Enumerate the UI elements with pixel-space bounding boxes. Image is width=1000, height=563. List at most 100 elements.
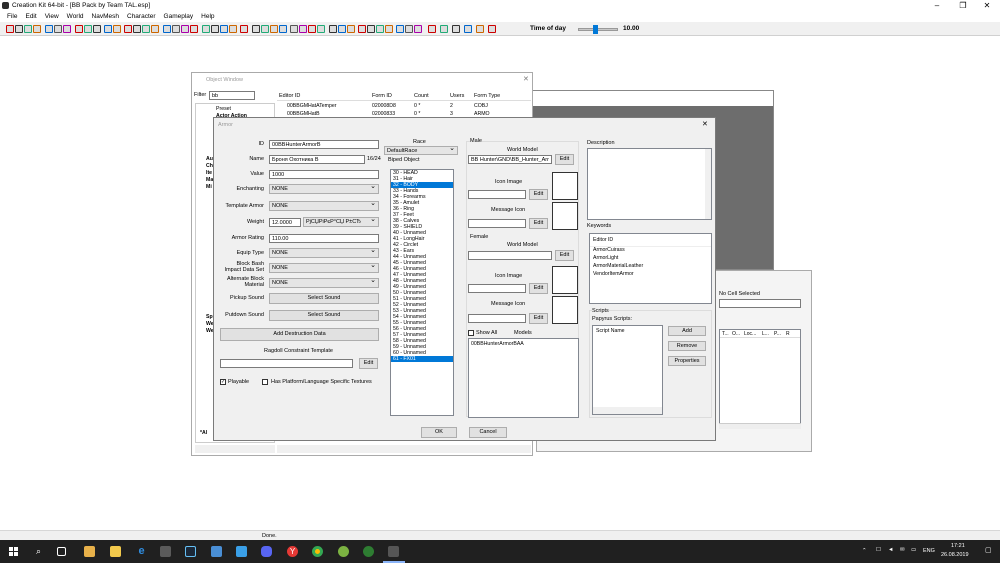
list-scrollbar[interactable] [277,445,531,453]
block-bash-select[interactable]: NONE [269,263,379,273]
discord-icon[interactable] [261,546,272,557]
toolbar-button-icon[interactable] [252,25,260,33]
female-icon-image-edit-button[interactable]: Edit [529,283,548,294]
clock-date[interactable]: 26.08.2019 [941,552,969,558]
toolbar-button-icon[interactable] [202,25,210,33]
maximize-button[interactable]: ❐ [950,0,976,11]
toolbar-button-icon[interactable] [124,25,132,33]
tree-scrollbar[interactable] [195,445,275,453]
toolbar-button-icon[interactable] [367,25,375,33]
tree-item-misc[interactable]: Mi [204,184,212,190]
toolbar-button-icon[interactable] [488,25,496,33]
cancel-button[interactable]: Cancel [469,427,507,438]
ragdoll-edit-button[interactable]: Edit [359,358,378,369]
add-script-button[interactable]: Add [668,326,706,336]
id-field[interactable]: 00BBHunterArmorB [269,140,379,149]
list-item[interactable]: ArmorMaterialLeather [590,261,711,269]
col-form-id[interactable]: Form ID [372,91,414,100]
toolbar-button-icon[interactable] [476,25,484,33]
tree-item-character[interactable]: Ch [204,163,213,169]
armor-type-select[interactable]: РјСЏРіРєР°СЏ Р±СЂ [303,217,379,227]
equip-type-select[interactable]: NONE [269,248,379,258]
armor-dialog[interactable]: Armor ✕ ID 00BBHunterArmorB Name Броня О… [213,117,716,441]
close-button[interactable]: ✕ [974,0,1000,11]
scripts-scrollbar[interactable] [593,407,662,414]
toolbar-button-icon[interactable] [440,25,448,33]
keywords-header[interactable]: Editor ID [590,234,711,243]
store-icon[interactable] [84,546,95,557]
col-t[interactable]: T... [720,330,732,337]
female-world-model-edit-button[interactable]: Edit [555,250,574,261]
menu-world[interactable]: World [63,11,88,22]
toolbar-button-icon[interactable] [54,25,62,33]
toolbar-button-icon[interactable] [452,25,460,33]
toolbar-button-icon[interactable] [405,25,413,33]
armor-rating-field[interactable]: 110.00 [269,234,379,243]
male-message-icon-edit-button[interactable]: Edit [529,218,548,229]
toolbar-button-icon[interactable] [24,25,32,33]
toolbar-button-icon[interactable] [347,25,355,33]
toolbar-button-icon[interactable] [33,25,41,33]
toolbar-button-icon[interactable] [163,25,171,33]
weight-field[interactable]: 12.0000 [269,218,301,227]
notifications-icon[interactable]: ▢ [985,546,992,554]
tray-chevron-icon[interactable]: ⌃ [862,548,867,554]
col-r[interactable]: R [786,330,798,337]
pickup-sound-button[interactable]: Select Sound [269,293,379,304]
toolbar-button-icon[interactable] [104,25,112,33]
remove-script-button[interactable]: Remove [668,341,706,351]
show-all-checkbox[interactable] [468,330,474,336]
message-icon[interactable]: ✉ [900,547,905,553]
col-loc[interactable]: Loc... [744,330,762,337]
toolbar-button-icon[interactable] [151,25,159,33]
male-world-model-edit-button[interactable]: Edit [555,154,574,165]
toolbar-button-icon[interactable] [6,25,14,33]
menu-view[interactable]: View [41,11,63,22]
col-count[interactable]: Count [414,91,450,100]
toolbar-button-icon[interactable] [75,25,83,33]
toolbar-button-icon[interactable] [190,25,198,33]
time-of-day-slider-thumb[interactable] [592,25,598,34]
search-icon[interactable]: ⌕ [33,546,44,557]
steam-icon[interactable] [185,546,196,557]
toolbar-button-icon[interactable] [63,25,71,33]
toolbar-button-icon[interactable] [133,25,141,33]
toolbar-button-icon[interactable] [229,25,237,33]
toolbar-button-icon[interactable] [181,25,189,33]
race-select[interactable]: DefaultRace [384,146,458,155]
toolbar-button-icon[interactable] [211,25,219,33]
toolbar-button-icon[interactable] [172,25,180,33]
volume-icon[interactable]: ◄ [888,547,893,553]
table-row[interactable]: 00BBGMHatATemper 020008D8 0 * 2 COBJ [277,102,531,110]
cell-filter-input[interactable] [719,299,801,308]
toolbar-button-icon[interactable] [279,25,287,33]
toolbar-button-icon[interactable] [329,25,337,33]
toolbar-button-icon[interactable] [308,25,316,33]
menu-help[interactable]: Help [197,11,218,22]
menu-character[interactable]: Character [123,11,160,22]
toolbar-button-icon[interactable] [84,25,92,33]
edge-icon[interactable]: e [136,546,147,557]
filter-input[interactable]: bb [209,91,255,100]
models-list[interactable]: 00BBHunterArmorBAA [468,338,579,418]
menu-file[interactable]: File [3,11,21,22]
female-icon-image-field[interactable] [468,284,526,293]
enchanting-select[interactable]: NONE [269,184,379,194]
list-item[interactable]: ArmorLight [590,253,711,261]
toolbar-button-icon[interactable] [338,25,346,33]
male-icon-image-edit-button[interactable]: Edit [529,189,548,200]
script-name-header[interactable]: Script Name [593,326,662,334]
male-icon-image-field[interactable] [468,190,526,199]
xbox-icon[interactable] [363,546,374,557]
toolbar-button-icon[interactable] [414,25,422,33]
toolbar-button-icon[interactable] [299,25,307,33]
tree-item-magic[interactable]: Ma [204,177,213,183]
toolbar-button-icon[interactable] [240,25,248,33]
biped-object-list[interactable]: 30 - HEAD 31 - Hair 32 - BODY 33 - Hands 34 … [390,169,454,416]
tree-item-special[interactable]: Sp [204,314,213,320]
toolbar-button-icon[interactable] [290,25,298,33]
male-world-model-field[interactable]: BB Hunter\GND\BB_Hunter_Arr [468,155,552,164]
time-of-day-slider[interactable] [578,25,618,34]
chrome-icon[interactable] [312,546,323,557]
creation-kit-icon[interactable] [388,546,399,557]
